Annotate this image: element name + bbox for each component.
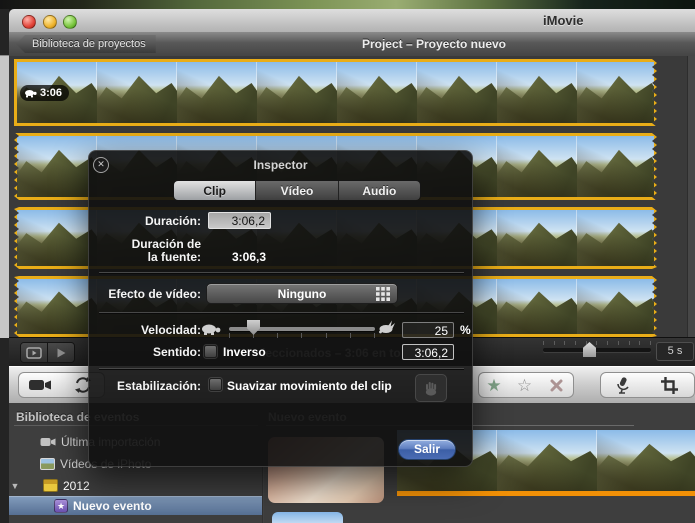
rabbit-icon — [378, 320, 395, 334]
speed-unit-label: % — [460, 323, 471, 337]
duration-label: Duración: — [95, 214, 201, 228]
disclosure-triangle-icon[interactable]: ▼ — [9, 481, 21, 491]
window-titlebar — [9, 9, 695, 33]
clip-thumbnail[interactable] — [97, 62, 177, 123]
project-title: Project – Proyecto nuevo — [9, 37, 695, 51]
star-outline-icon: ☆ — [517, 377, 532, 394]
play-fullscreen-button[interactable] — [21, 343, 47, 362]
inspector-dialog: ✕ Inspector Clip Vídeo Audio Duración: 3… — [88, 150, 473, 467]
favorite-button[interactable]: ★ — [478, 372, 510, 398]
source-duration-label: Duración de — [95, 237, 201, 251]
clip-thumbnail[interactable] — [597, 430, 695, 491]
hand-icon — [424, 381, 438, 396]
stabilization-label: Estabilización: — [95, 379, 201, 393]
app-title: iMovie — [543, 13, 583, 28]
minimize-window-icon[interactable] — [43, 15, 57, 29]
background-window-edge — [0, 9, 9, 523]
zoom-duration-value: 5 s — [656, 342, 694, 361]
clip-thumbnail[interactable] — [17, 210, 97, 266]
slow-motion-badge: 3:06 — [20, 85, 69, 101]
video-effect-value: Ninguno — [278, 287, 327, 301]
calendar-icon — [43, 479, 58, 492]
duration-field[interactable]: 3:06,2 — [208, 212, 271, 229]
direction-label: Sentido: — [95, 345, 201, 359]
tab-clip[interactable]: Clip — [174, 181, 255, 200]
clip-thumbnail[interactable] — [577, 136, 654, 197]
clip-thumbnail[interactable] — [497, 210, 577, 266]
clip-thumbnail[interactable] — [417, 62, 497, 123]
video-effect-button[interactable]: Ninguno — [206, 283, 398, 304]
video-effect-label: Efecto de vídeo: — [95, 287, 201, 301]
scrollbar-track[interactable] — [687, 56, 695, 337]
sidebar-item-label: 2012 — [63, 479, 90, 493]
star-filled-icon: ★ — [486, 377, 501, 394]
background-window-pane — [0, 55, 9, 338]
selection-range-bar — [397, 491, 695, 496]
reverse-checkbox-label[interactable]: Inverso — [223, 345, 266, 359]
speed-value-field[interactable]: 25 — [402, 322, 454, 338]
sidebar-item-2012[interactable]: ▼ 2012 — [9, 477, 262, 494]
iphoto-icon — [40, 458, 55, 470]
clip-thumbnail[interactable] — [257, 62, 337, 123]
playback-controls — [20, 342, 75, 363]
clip-duration-badge: 3:06 — [40, 85, 62, 101]
source-duration-value: 3:06,3 — [208, 250, 266, 264]
event-clip-thumbnail[interactable] — [272, 512, 343, 523]
clip-thumbnail[interactable] — [17, 279, 97, 334]
zoom-slider-ticks — [543, 341, 651, 345]
clip-thumbnail[interactable] — [497, 430, 597, 491]
clip-thumbnail[interactable] — [177, 62, 257, 123]
smooth-motion-checkbox[interactable] — [209, 378, 222, 391]
turtle-icon — [201, 323, 221, 335]
microphone-icon — [616, 376, 630, 394]
clip-thumbnail[interactable] — [17, 136, 97, 197]
clip-thumbnail[interactable] — [337, 62, 417, 123]
import-camera-icon — [40, 437, 56, 447]
close-window-icon[interactable] — [22, 15, 36, 29]
sidebar-item-new-event[interactable]: ★ Nuevo evento — [9, 496, 262, 515]
crop-icon — [661, 377, 678, 394]
inspector-tab-bar: Clip Vídeo Audio — [173, 180, 421, 201]
reject-x-icon — [550, 379, 563, 392]
voiceover-button[interactable] — [600, 372, 646, 398]
project-header-bar: Biblioteca de proyectos Project – Proyec… — [9, 32, 695, 57]
clip-thumbnail[interactable] — [577, 62, 654, 123]
speed-slider-ticks — [229, 333, 375, 338]
speed-label: Velocidad: — [95, 323, 201, 337]
smooth-motion-checkbox-label[interactable]: Suavizar movimiento del clip — [227, 379, 392, 393]
direction-time-field[interactable]: 3:06,2 — [402, 344, 454, 360]
clip-thumbnail[interactable] — [497, 62, 577, 123]
sidebar-item-label: Nuevo evento — [73, 499, 152, 513]
zoom-window-icon[interactable] — [63, 15, 77, 29]
desktop-wallpaper — [0, 0, 695, 9]
thumbnail-zoom-slider[interactable] — [543, 348, 651, 352]
source-duration-label: la fuente: — [95, 250, 201, 264]
event-star-icon: ★ — [54, 499, 68, 513]
clip-thumbnail[interactable] — [577, 210, 654, 266]
camera-import-icon — [28, 378, 52, 392]
project-clip-row[interactable]: 3:06 — [14, 59, 657, 126]
play-button[interactable] — [47, 343, 74, 362]
camera-import-button[interactable] — [18, 372, 62, 398]
turtle-icon — [24, 89, 37, 98]
imovie-window: iMovie Biblioteca de proyectos Project –… — [0, 0, 695, 523]
play-icon — [55, 347, 67, 359]
stabilization-hand-button[interactable] — [415, 374, 447, 402]
clip-thumbnail[interactable] — [577, 279, 654, 334]
exit-button[interactable]: Salir — [398, 439, 456, 460]
reverse-checkbox[interactable] — [204, 345, 217, 358]
reject-button[interactable] — [540, 372, 574, 398]
clip-thumbnail[interactable] — [497, 136, 577, 197]
tab-audio[interactable]: Audio — [338, 181, 420, 200]
effect-grid-icon — [376, 287, 390, 301]
play-fullscreen-icon — [26, 347, 42, 359]
crop-button[interactable] — [645, 372, 695, 398]
tab-video[interactable]: Vídeo — [255, 181, 337, 200]
unmark-button[interactable]: ☆ — [509, 372, 541, 398]
dialog-title: Inspector — [89, 158, 472, 172]
clip-thumbnail[interactable] — [497, 279, 577, 334]
